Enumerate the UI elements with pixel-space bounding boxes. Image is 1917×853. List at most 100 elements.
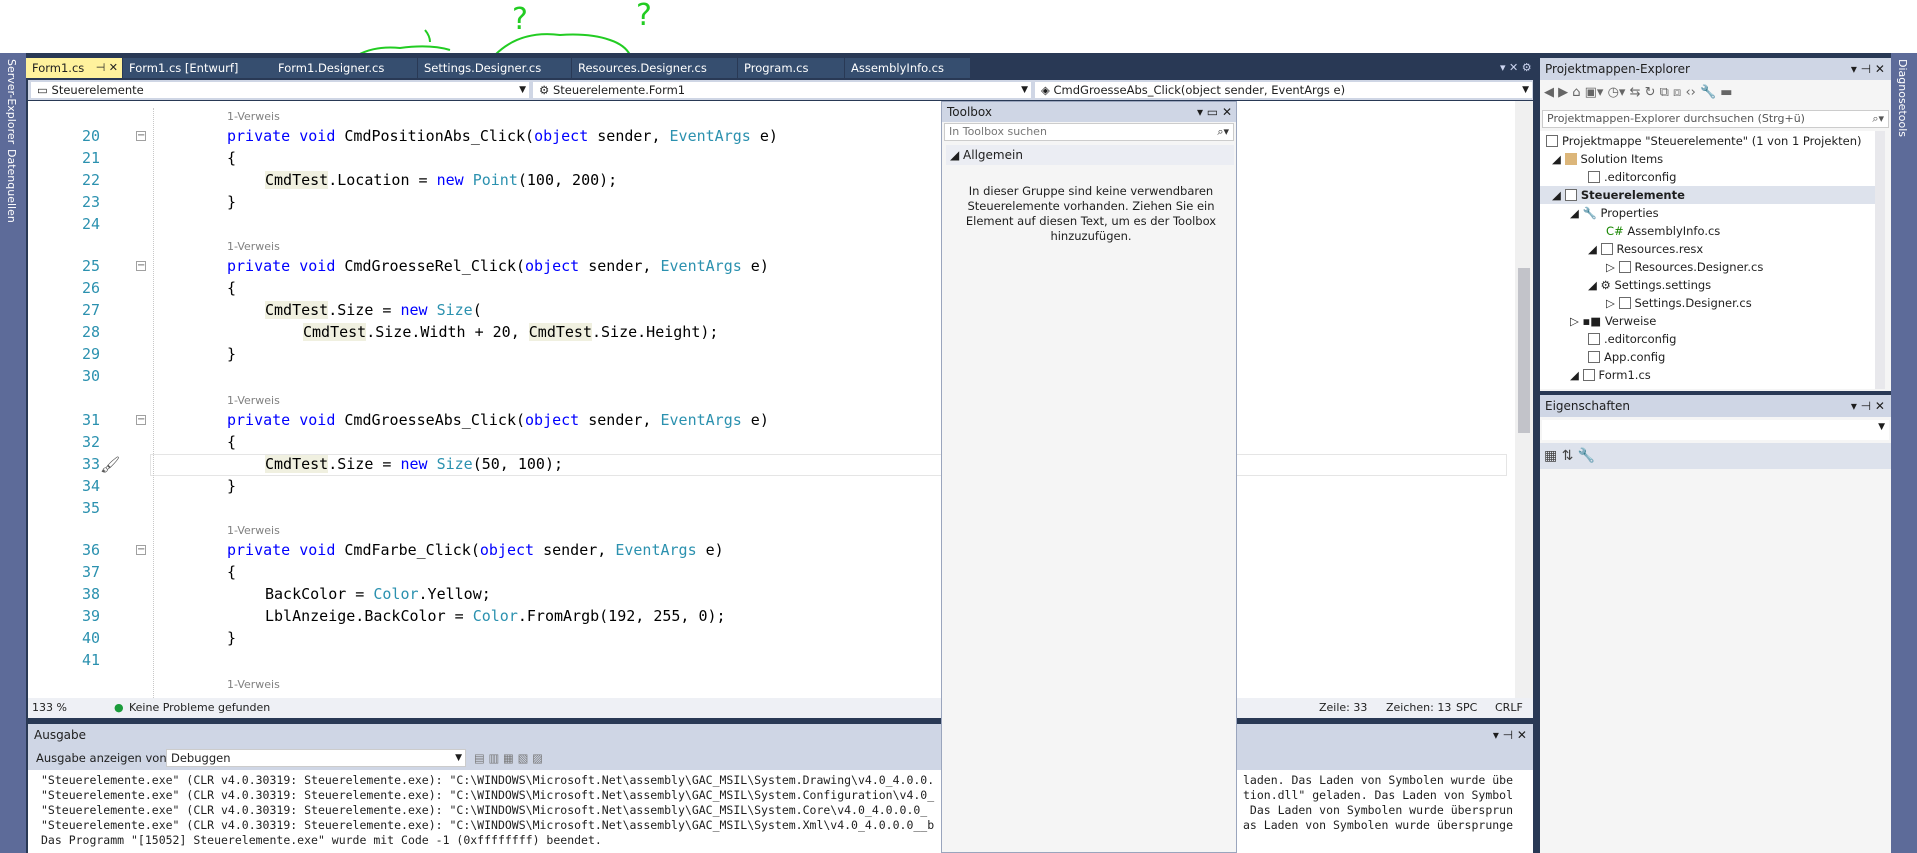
- tree-item-editorconfig-2[interactable]: .editorconfig: [1588, 330, 1676, 348]
- line-number: 21: [81, 149, 100, 167]
- toolbox-search-input[interactable]: In Toolbox suchen ⌕▾: [944, 123, 1234, 141]
- code-line[interactable]: {: [227, 561, 236, 583]
- panel-controls-icon[interactable]: ▾ ⊣ ✕: [1851, 58, 1885, 80]
- properties-title: Eigenschaften: [1545, 399, 1631, 413]
- line-number: 39: [81, 607, 100, 625]
- tree-item-project[interactable]: ◢ Steuerelemente: [1540, 186, 1875, 204]
- tab-label: Resources.Designer.cs: [578, 61, 707, 75]
- collapse-icon[interactable]: −: [136, 261, 146, 271]
- output-line: "Steuerelemente.exe" (CLR v4.0.30319: St…: [41, 773, 935, 787]
- code-line[interactable]: LblAnzeige.BackColor = Color.FromArgb(19…: [265, 605, 726, 627]
- output-text-area[interactable]: "Steuerelemente.exe" (CLR v4.0.30319: St…: [28, 770, 1533, 853]
- reference-count[interactable]: 1-Verweis: [227, 110, 280, 123]
- tab-form1-designer-cs[interactable]: Form1.Designer.cs: [272, 58, 417, 78]
- quick-actions-brush-icon[interactable]: 🖌: [100, 455, 120, 474]
- code-line[interactable]: }: [227, 627, 236, 649]
- collapse-icon[interactable]: −: [136, 545, 146, 555]
- tab-program[interactable]: Program.cs: [738, 58, 844, 78]
- panel-controls-icon[interactable]: ▾ ▭ ✕: [1197, 102, 1232, 122]
- tab-settings-designer[interactable]: Settings.Designer.cs: [418, 58, 571, 78]
- scrollbar-thumb[interactable]: [1518, 268, 1530, 433]
- line-number: 27: [81, 301, 100, 319]
- solution-explorer-toolbar[interactable]: ◀ ▶ ⌂ ▣▾ ◷▾ ⇆ ↻ ⧉ ⧈ ‹› 🔧 ▬: [1544, 82, 1887, 104]
- tree-item-resources-resx[interactable]: ◢ Resources.resx: [1588, 240, 1703, 258]
- output-line: Das Programm "[15052] Steuerelemente.exe…: [41, 833, 602, 847]
- reference-count[interactable]: 1-Verweis: [227, 678, 280, 691]
- tab-form1-cs[interactable]: Form1.cs ⊣ ✕: [26, 58, 122, 78]
- server-explorer-tab[interactable]: Server-Explorer: [5, 59, 18, 144]
- tab-assemblyinfo[interactable]: AssemblyInfo.cs: [845, 58, 970, 78]
- file-icon: [1618, 261, 1631, 273]
- code-line[interactable]: CmdTest.Size = new Size(50, 100);: [265, 453, 563, 475]
- code-line[interactable]: }: [227, 475, 236, 497]
- search-icon[interactable]: ⌕▾: [1872, 111, 1884, 127]
- toolbox-group-header[interactable]: ◢ Allgemein: [946, 145, 1234, 165]
- code-line[interactable]: {: [227, 431, 236, 453]
- tree-item-editorconfig[interactable]: .editorconfig: [1588, 168, 1676, 186]
- code-line[interactable]: private void CmdPositionAbs_Click(object…: [227, 125, 778, 147]
- code-line[interactable]: CmdTest.Location = new Point(100, 200);: [265, 169, 617, 191]
- tab-overflow-icon[interactable]: ▾ ✕ ⚙: [1500, 58, 1540, 78]
- solution-search-input[interactable]: Projektmappen-Explorer durchsuchen (Strg…: [1542, 110, 1889, 128]
- collapse-icon[interactable]: −: [136, 131, 146, 141]
- search-icon[interactable]: ⌕▾: [1217, 124, 1229, 140]
- gear-icon: ⚙: [1600, 278, 1615, 292]
- reference-count[interactable]: 1-Verweis: [227, 394, 280, 407]
- tree-item-properties[interactable]: ◢ 🔧 Properties: [1570, 204, 1659, 222]
- toolbox-group-label: Allgemein: [963, 148, 1023, 162]
- tab-form1-designer-view[interactable]: Form1.cs [Entwurf]: [123, 58, 293, 78]
- code-line[interactable]: }: [227, 191, 236, 213]
- tree-item-settings-designer[interactable]: ▷ Settings.Designer.cs: [1606, 294, 1752, 312]
- code-line[interactable]: private void CmdFarbe_Click(object sende…: [227, 539, 724, 561]
- code-line[interactable]: private void CmdGroesseRel_Click(object …: [227, 255, 769, 277]
- check-icon: ●: [114, 701, 124, 714]
- data-sources-tab[interactable]: Datenquellen: [5, 149, 18, 223]
- tree-item-solution-items[interactable]: ◢ Solution Items: [1552, 150, 1663, 168]
- output-source-dropdown[interactable]: Debuggen ▼: [166, 749, 466, 767]
- output-toolbar-icons[interactable]: ▤ ▥ ▦ ▧ ▨: [474, 746, 543, 770]
- form-icon: [1582, 369, 1595, 381]
- code-line[interactable]: CmdTest.Size.Width + 20, CmdTest.Size.He…: [303, 321, 718, 343]
- line-ending[interactable]: CRLF: [1495, 698, 1523, 718]
- panel-controls-icon[interactable]: ▾ ⊣ ✕: [1493, 724, 1527, 746]
- editor-status-strip: 133 % ● Keine Probleme gefunden Zeile: 3…: [28, 698, 1533, 718]
- code-line[interactable]: {: [227, 277, 236, 299]
- tree-label: Settings.Designer.cs: [1634, 296, 1752, 310]
- tree-item-settings[interactable]: ◢ ⚙ Settings.settings: [1588, 276, 1711, 294]
- member-dropdown[interactable]: ◈ CmdGroesseAbs_Click(object sender, Eve…: [1034, 81, 1533, 99]
- csharp-project-icon: ▭: [37, 83, 52, 97]
- tree-item-resources-designer[interactable]: ▷ Resources.Designer.cs: [1606, 258, 1763, 276]
- panel-controls-icon[interactable]: ▾ ⊣ ✕: [1851, 395, 1885, 417]
- properties-object-dropdown[interactable]: ▼: [1542, 420, 1889, 440]
- issues-status[interactable]: Keine Probleme gefunden: [129, 698, 270, 718]
- code-line[interactable]: CmdTest.Size = new Size(: [265, 299, 482, 321]
- properties-toolbar[interactable]: ▦ ⇅ 🔧: [1540, 443, 1891, 469]
- code-line[interactable]: private void CmdGroesseAbs_Click(object …: [227, 409, 769, 431]
- tree-item-assemblyinfo[interactable]: C# AssemblyInfo.cs: [1606, 222, 1720, 240]
- file-icon: [1588, 171, 1600, 183]
- project-dropdown[interactable]: ▭ Steuerelemente ▼: [30, 81, 530, 99]
- reference-count[interactable]: 1-Verweis: [227, 240, 280, 253]
- indent-guide: [153, 108, 154, 698]
- class-dropdown[interactable]: ⚙ Steuerelemente.Form1 ▼: [532, 81, 1032, 99]
- line-number: 34: [81, 477, 100, 495]
- output-line: as Laden von Symbolen wurde übersprunge: [1243, 818, 1514, 832]
- zoom-level[interactable]: 133 %: [32, 698, 67, 718]
- code-line[interactable]: {: [227, 147, 236, 169]
- close-icon[interactable]: ⊣ ✕: [96, 58, 118, 78]
- tree-label: Resources.resx: [1616, 242, 1704, 256]
- tree-item-references[interactable]: ▷ ▪■ Verweise: [1570, 312, 1656, 330]
- solution-scrollbar[interactable]: [1875, 131, 1885, 389]
- reference-count[interactable]: 1-Verweis: [227, 524, 280, 537]
- tree-label: Properties: [1600, 206, 1659, 220]
- collapse-icon[interactable]: −: [136, 415, 146, 425]
- wrench-icon: 🔧: [1582, 206, 1601, 220]
- tab-resources-designer[interactable]: Resources.Designer.cs: [572, 58, 737, 78]
- code-line[interactable]: BackColor = Color.Yellow;: [265, 583, 491, 605]
- diagnostics-tab[interactable]: Diagnosetools: [1896, 59, 1909, 137]
- code-line[interactable]: }: [227, 343, 236, 365]
- line-number: 41: [81, 651, 100, 669]
- tree-item-form1[interactable]: ◢ Form1.cs: [1570, 366, 1651, 384]
- tree-item-solution[interactable]: Projektmappe "Steuerelemente" (1 von 1 P…: [1546, 132, 1861, 150]
- tree-item-app-config[interactable]: App.config: [1588, 348, 1665, 366]
